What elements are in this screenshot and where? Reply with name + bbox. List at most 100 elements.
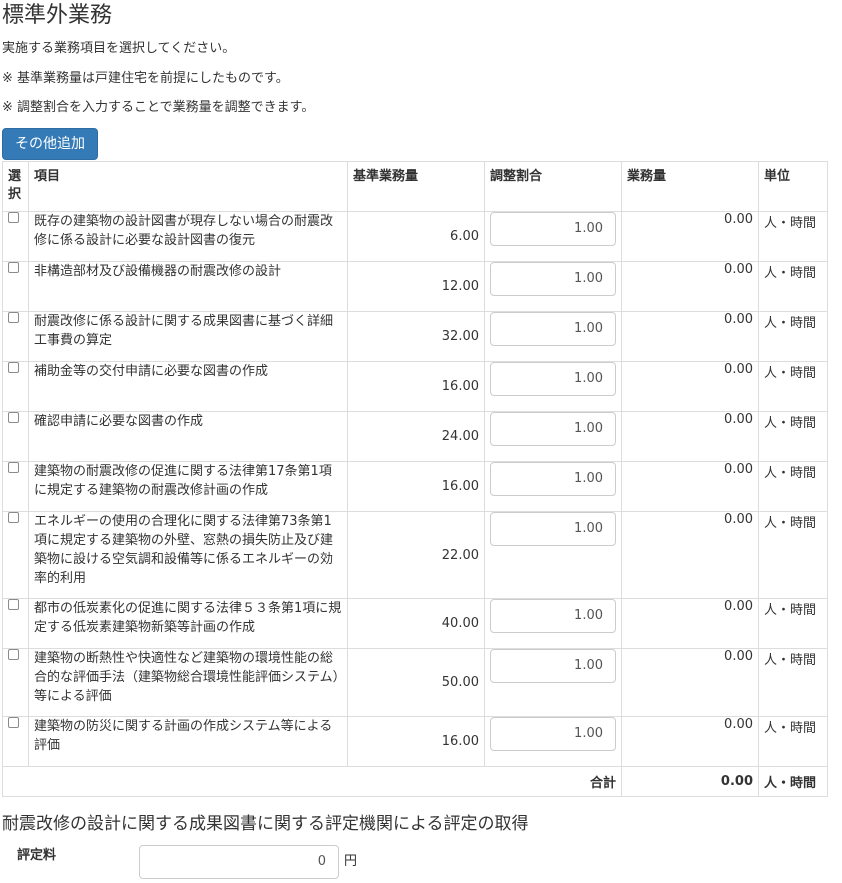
- row-select-cell: [2, 311, 29, 362]
- table-header-row: 選択 項目 基準業務量 調整割合 業務量 単位: [2, 161, 828, 212]
- row-base-volume: 50.00: [347, 648, 485, 717]
- row-volume: 0.00: [621, 361, 759, 412]
- row-adjust-cell: 1.00: [484, 716, 622, 767]
- row-checkbox[interactable]: [8, 362, 19, 373]
- row-item: 都市の低炭素化の促進に関する法律５３条第1項に規定する低炭素建築物新築等計画の作…: [28, 598, 348, 649]
- row-adjust-cell: 1.00: [484, 261, 622, 312]
- row-item: 既存の建築物の設計図書が現存しない場合の耐震改修に係る設計に必要な設計図書の復元: [28, 211, 348, 262]
- row-unit: 人・時間: [758, 361, 828, 412]
- row-unit: 人・時間: [758, 211, 828, 262]
- evaluation-section-title: 耐震改修の設計に関する成果図書に関する評定機関による評定の取得: [2, 814, 529, 834]
- row-item: 建築物の防災に関する計画の作成システム等による評価: [28, 716, 348, 767]
- row-checkbox[interactable]: [8, 312, 19, 323]
- row-select-cell: [2, 211, 29, 262]
- row-base-volume: 32.00: [347, 311, 485, 362]
- row-adjust-ratio-input[interactable]: 1.00: [490, 312, 616, 346]
- row-adjust-ratio-input[interactable]: 1.00: [490, 649, 616, 683]
- row-adjust-cell: 1.00: [484, 361, 622, 412]
- row-checkbox[interactable]: [8, 462, 19, 473]
- row-select-cell: [2, 411, 29, 462]
- instruction-select: 実施する業務項目を選択してください。: [2, 41, 236, 56]
- row-adjust-ratio-input[interactable]: 1.00: [490, 599, 616, 633]
- row-volume: 0.00: [621, 598, 759, 649]
- row-volume: 0.00: [621, 211, 759, 262]
- row-select-cell: [2, 261, 29, 312]
- row-checkbox[interactable]: [8, 512, 19, 523]
- row-adjust-cell: 1.00: [484, 598, 622, 649]
- row-unit: 人・時間: [758, 411, 828, 462]
- row-adjust-ratio-input[interactable]: 1.00: [490, 362, 616, 396]
- total-unit: 人・時間: [758, 766, 828, 797]
- row-adjust-cell: 1.00: [484, 511, 622, 599]
- evaluation-fee-label: 評定料: [17, 848, 57, 863]
- row-checkbox[interactable]: [8, 599, 19, 610]
- table-row: 建築物の断熱性や快適性など建築物の環境性能の総合的な評価手法（建築物総合環境性能…: [2, 648, 828, 717]
- row-adjust-ratio-input[interactable]: 1.00: [490, 212, 616, 246]
- row-base-volume: 12.00: [347, 261, 485, 312]
- row-base-volume: 16.00: [347, 461, 485, 512]
- row-item: 確認申請に必要な図書の作成: [28, 411, 348, 462]
- row-base-volume: 24.00: [347, 411, 485, 462]
- row-volume: 0.00: [621, 261, 759, 312]
- table-row: 非構造部材及び設備機器の耐震改修の設計 12.00 1.00 0.00 人・時間: [2, 261, 828, 312]
- table-row: 建築物の耐震改修の促進に関する法律第17条第1項に規定する建築物の耐震改修計画の…: [2, 461, 828, 512]
- row-adjust-ratio-input[interactable]: 1.00: [490, 717, 616, 751]
- row-adjust-ratio-input[interactable]: 1.00: [490, 462, 616, 496]
- table-row: 既存の建築物の設計図書が現存しない場合の耐震改修に係る設計に必要な設計図書の復元…: [2, 211, 828, 262]
- evaluation-fee-input[interactable]: 0: [139, 845, 339, 879]
- header-select: 選択: [2, 161, 29, 212]
- row-checkbox[interactable]: [8, 412, 19, 423]
- row-unit: 人・時間: [758, 716, 828, 767]
- row-unit: 人・時間: [758, 598, 828, 649]
- table-row: 耐震改修に係る設計に関する成果図書に基づく詳細工事費の算定 32.00 1.00 0.…: [2, 311, 828, 362]
- row-checkbox[interactable]: [8, 262, 19, 273]
- row-adjust-ratio-input[interactable]: 1.00: [490, 512, 616, 546]
- header-item: 項目: [28, 161, 348, 212]
- task-table: 選択 項目 基準業務量 調整割合 業務量 単位 既存の建築物の設計図書が現存しな…: [2, 161, 828, 797]
- row-volume: 0.00: [621, 648, 759, 717]
- row-volume: 0.00: [621, 411, 759, 462]
- row-unit: 人・時間: [758, 511, 828, 599]
- total-volume: 0.00: [621, 766, 759, 797]
- row-checkbox[interactable]: [8, 717, 19, 728]
- row-item: 建築物の断熱性や快適性など建築物の環境性能の総合的な評価手法（建築物総合環境性能…: [28, 648, 348, 717]
- row-adjust-ratio-input[interactable]: 1.00: [490, 412, 616, 446]
- row-select-cell: [2, 461, 29, 512]
- table-row: 補助金等の交付申請に必要な図書の作成 16.00 1.00 0.00 人・時間: [2, 361, 828, 412]
- row-adjust-cell: 1.00: [484, 411, 622, 462]
- row-checkbox[interactable]: [8, 649, 19, 660]
- add-other-button[interactable]: その他追加: [2, 128, 98, 160]
- row-volume: 0.00: [621, 511, 759, 599]
- row-base-volume: 6.00: [347, 211, 485, 262]
- table-row: 確認申請に必要な図書の作成 24.00 1.00 0.00 人・時間: [2, 411, 828, 462]
- row-adjust-cell: 1.00: [484, 648, 622, 717]
- row-select-cell: [2, 511, 29, 599]
- table-row: エネルギーの使用の合理化に関する法律第73条第1項に規定する建築物の外壁、窓熱の…: [2, 511, 828, 599]
- row-item: 建築物の耐震改修の促進に関する法律第17条第1項に規定する建築物の耐震改修計画の…: [28, 461, 348, 512]
- row-select-cell: [2, 361, 29, 412]
- row-item: 補助金等の交付申請に必要な図書の作成: [28, 361, 348, 412]
- table-row: 都市の低炭素化の促進に関する法律５３条第1項に規定する低炭素建築物新築等計画の作…: [2, 598, 828, 649]
- page-title: 標準外業務: [2, 3, 113, 28]
- total-row: 合計 0.00 人・時間: [2, 766, 828, 797]
- row-select-cell: [2, 598, 29, 649]
- row-item: 耐震改修に係る設計に関する成果図書に基づく詳細工事費の算定: [28, 311, 348, 362]
- row-adjust-ratio-input[interactable]: 1.00: [490, 262, 616, 296]
- row-item: 非構造部材及び設備機器の耐震改修の設計: [28, 261, 348, 312]
- evaluation-fee-unit: 円: [344, 854, 358, 869]
- row-volume: 0.00: [621, 461, 759, 512]
- row-base-volume: 40.00: [347, 598, 485, 649]
- row-unit: 人・時間: [758, 461, 828, 512]
- header-volume: 業務量: [621, 161, 759, 212]
- row-volume: 0.00: [621, 311, 759, 362]
- row-volume: 0.00: [621, 716, 759, 767]
- header-base-volume: 基準業務量: [347, 161, 485, 212]
- row-checkbox[interactable]: [8, 212, 19, 223]
- note-adjust-ratio: ※ 調整割合を入力することで業務量を調整できます。: [2, 100, 315, 115]
- row-unit: 人・時間: [758, 648, 828, 717]
- header-adjust-ratio: 調整割合: [484, 161, 622, 212]
- row-select-cell: [2, 648, 29, 717]
- row-adjust-cell: 1.00: [484, 311, 622, 362]
- total-label: 合計: [2, 766, 622, 797]
- row-base-volume: 16.00: [347, 361, 485, 412]
